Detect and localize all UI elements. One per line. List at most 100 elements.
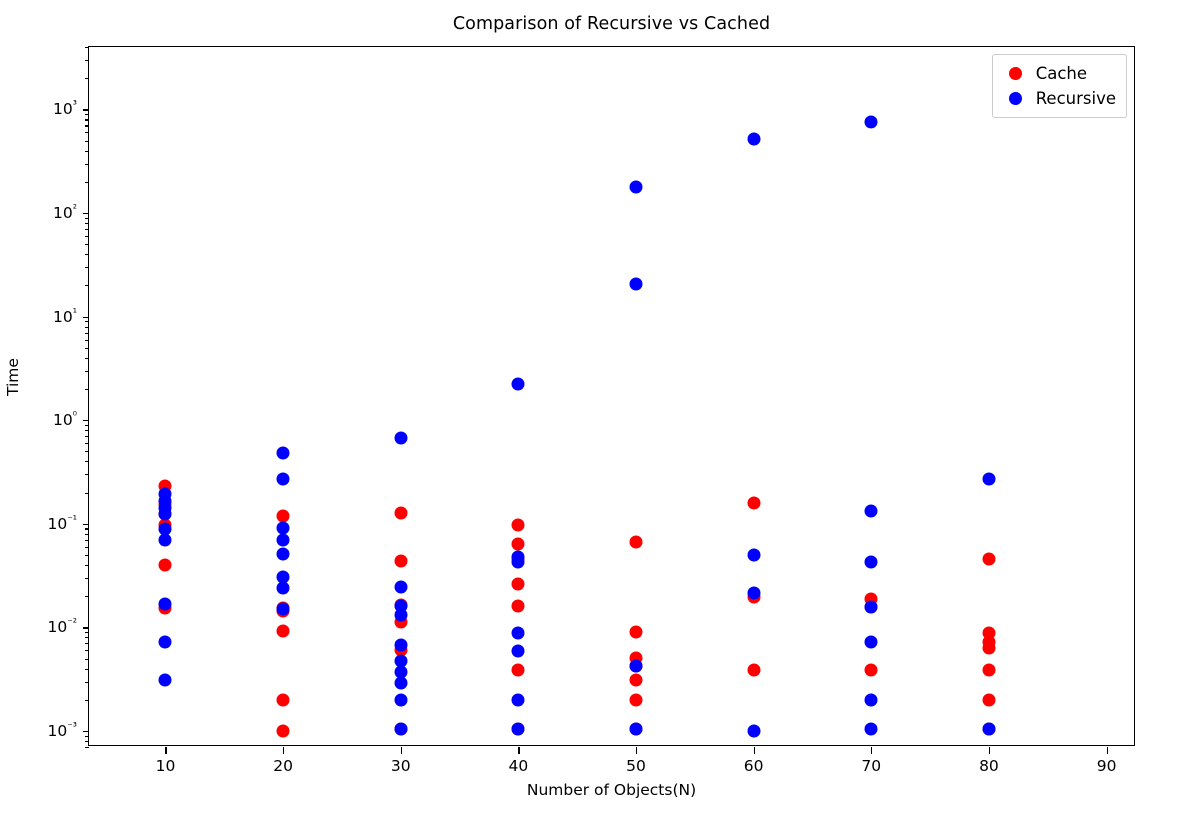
- scatter-point-recursive: [747, 132, 761, 146]
- y-minor-tick-mark: [85, 546, 89, 548]
- y-tick-label: 10²: [53, 202, 77, 222]
- scatter-point-recursive: [864, 504, 878, 518]
- y-minor-tick-mark: [85, 332, 89, 334]
- y-tick-mark: [82, 523, 89, 525]
- y-minor-tick-mark: [85, 59, 89, 62]
- y-minor-tick-mark: [85, 699, 89, 701]
- x-axis-label: Number of Objects(N): [526, 781, 697, 799]
- scatter-point-recursive: [511, 722, 525, 736]
- scatter-point-recursive: [276, 602, 290, 616]
- scatter-point-recursive: [394, 693, 408, 707]
- y-tick-mark: [82, 316, 89, 318]
- x-tick-label: 80: [979, 757, 999, 775]
- legend-marker-icon: [1008, 67, 1022, 80]
- y-minor-tick-mark: [85, 47, 89, 49]
- scatter-point-cache: [276, 724, 290, 738]
- x-tick-label: 50: [626, 757, 646, 775]
- scatter-point-recursive: [158, 507, 172, 521]
- y-minor-tick-mark: [85, 339, 89, 341]
- scatter-point-cache: [982, 641, 996, 655]
- y-tick-mark: [82, 730, 89, 733]
- y-minor-tick-mark: [85, 492, 89, 494]
- scatter-point-cache: [276, 624, 290, 638]
- scatter-point-cache: [747, 663, 761, 677]
- y-minor-tick-mark: [85, 78, 89, 80]
- scatter-point-recursive: [864, 722, 878, 736]
- y-minor-tick-mark: [85, 632, 89, 634]
- x-tick-label: 30: [390, 757, 411, 775]
- y-minor-tick-mark: [85, 451, 89, 453]
- scatter-point-cache: [982, 693, 996, 707]
- scatter-point-cache: [982, 552, 996, 566]
- y-tick-label: 10⁰: [53, 410, 77, 430]
- y-minor-tick-mark: [85, 528, 89, 530]
- x-tick-label: 40: [508, 757, 529, 775]
- scatter-point-recursive: [276, 446, 290, 460]
- y-minor-tick-mark: [85, 140, 89, 142]
- scatter-point-recursive: [276, 581, 290, 595]
- x-tick-label: 20: [273, 757, 293, 775]
- x-tick-mark: [518, 747, 520, 754]
- scatter-point-recursive: [511, 626, 525, 640]
- scatter-point-recursive: [511, 377, 525, 391]
- y-minor-tick-mark: [85, 114, 89, 116]
- scatter-point-recursive: [158, 673, 172, 687]
- y-minor-tick-mark: [85, 321, 89, 323]
- y-minor-tick-mark: [85, 747, 89, 749]
- y-minor-tick-mark: [85, 643, 89, 645]
- scatter-point-cache: [394, 506, 408, 520]
- y-minor-tick-mark: [85, 254, 89, 256]
- scatter-point-recursive: [511, 693, 525, 707]
- scatter-point-cache: [511, 663, 525, 677]
- x-tick-label: 70: [861, 757, 882, 775]
- scatter-point-recursive: [747, 724, 761, 738]
- scatter-point-cache: [511, 599, 525, 613]
- x-tick-label: 90: [1096, 757, 1117, 775]
- y-minor-tick-mark: [85, 235, 89, 238]
- scatter-point-recursive: [629, 277, 643, 291]
- y-minor-tick-mark: [85, 533, 89, 535]
- y-minor-tick-mark: [85, 650, 89, 652]
- scatter-point-cache: [158, 558, 172, 572]
- scatter-point-recursive: [394, 676, 408, 690]
- scatter-point-cache: [511, 518, 525, 532]
- y-minor-tick-mark: [85, 681, 89, 683]
- scatter-point-cache: [864, 663, 878, 677]
- scatter-point-cache: [629, 673, 643, 687]
- scatter-point-cache: [276, 693, 290, 707]
- scatter-point-recursive: [276, 533, 290, 547]
- y-tick-label: 10³: [53, 99, 77, 119]
- scatter-point-recursive: [511, 644, 525, 658]
- scatter-point-recursive: [394, 638, 408, 652]
- scatter-point-recursive: [394, 580, 408, 594]
- y-minor-tick-mark: [85, 539, 89, 541]
- scatter-point-recursive: [629, 659, 643, 673]
- y-minor-tick-mark: [85, 474, 89, 476]
- plot-area: 10⁻³ 10⁻² 10⁻¹ 10⁰ 10¹ 10² 10³ 10 20 30 40 50 60 70 80…: [48, 46, 1135, 775]
- y-minor-tick-mark: [85, 119, 89, 121]
- scatter-point-cache: [747, 496, 761, 510]
- scatter-point-cache: [511, 537, 525, 551]
- legend-label: Cache: [1035, 64, 1088, 83]
- scatter-point-recursive: [864, 115, 878, 129]
- y-minor-tick-mark: [85, 370, 89, 372]
- scatter-point-recursive: [629, 722, 643, 736]
- x-tick-mark: [1106, 747, 1108, 754]
- y-minor-tick-mark: [85, 217, 89, 219]
- y-tick-label: 10⁻²: [47, 617, 78, 637]
- y-minor-tick-mark: [85, 577, 89, 580]
- y-minor-tick-mark: [85, 388, 89, 391]
- y-tick-mark: [82, 212, 89, 215]
- x-tick-label: 10: [155, 757, 176, 775]
- scatter-point-cache: [629, 535, 643, 549]
- y-tick-label: 10¹: [53, 306, 77, 326]
- scatter-point-recursive: [276, 472, 290, 486]
- scatter-point-recursive: [982, 722, 996, 736]
- y-minor-tick-mark: [85, 668, 89, 670]
- scatter-point-cache: [629, 625, 643, 639]
- y-tick-label: 10⁻³: [47, 720, 78, 740]
- y-minor-tick-mark: [85, 326, 89, 328]
- y-minor-tick-mark: [85, 163, 89, 165]
- legend: Cache Recursive: [991, 54, 1127, 118]
- y-minor-tick-mark: [85, 443, 89, 445]
